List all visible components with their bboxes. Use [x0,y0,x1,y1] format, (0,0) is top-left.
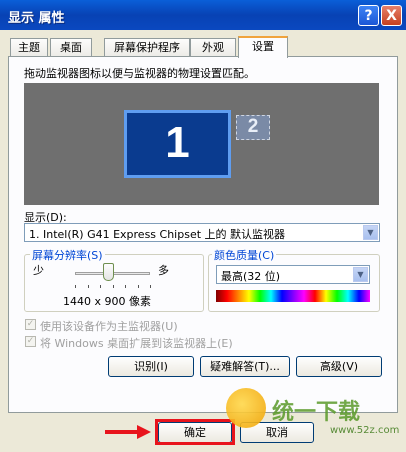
display-select-value: 1. Intel(R) G41 Express Chipset 上的 默认监视器 [29,228,286,241]
slider-tick [75,285,76,288]
advanced-button[interactable]: 高级(V) [296,356,382,377]
slider-tick [100,285,101,288]
slider-tick [87,285,89,288]
tab-screensaver[interactable]: 屏幕保护程序 [104,38,190,57]
watermark-text: 统一下载 [272,400,361,425]
tab-theme[interactable]: 主题 [10,38,48,57]
slider-tick [137,285,139,288]
slider-tick [112,285,114,288]
troubleshoot-button[interactable]: 疑难解答(T)... [200,356,290,377]
display-select[interactable]: 1. Intel(R) G41 Express Chipset 上的 默认监视器… [24,223,380,242]
resolution-min-label: 少 [33,264,44,277]
tab-desktop[interactable]: 桌面 [50,38,92,57]
tab-settings[interactable]: 设置 [238,36,288,58]
watermark-logo-icon [226,388,266,428]
resolution-max-label: 多 [158,264,169,277]
monitor-2-icon[interactable]: 2 [236,115,270,140]
primary-monitor-checkbox[interactable]: ✓ [25,319,36,330]
chevron-down-icon[interactable]: ▼ [353,267,368,282]
color-quality-group-title: 颜色质量(C) [212,247,277,263]
watermark-url: www.52z.com [330,425,400,436]
color-quality-value: 最高(32 位) [221,270,281,283]
resolution-slider-thumb[interactable] [103,263,115,281]
slider-tick [150,285,151,288]
extend-desktop-label: 将 Windows 桌面扩展到该监视器上(E) [40,337,233,350]
slider-tick [125,285,126,288]
close-button[interactable]: X [381,5,402,26]
ok-highlight-box [155,419,235,445]
resolution-group-title: 屏幕分辨率(S) [30,247,105,263]
primary-monitor-label: 使用该设备作为主监视器(U) [40,320,178,333]
red-arrow-icon [105,425,151,439]
resolution-value: 1440 x 900 像素 [63,295,151,308]
window-title: 显示 属性 [8,11,65,26]
tab-appearance[interactable]: 外观 [190,38,236,57]
instruction-text: 拖动监视器图标以便与监视器的物理设置匹配。 [24,67,255,80]
extend-desktop-checkbox[interactable]: ✓ [25,336,36,347]
color-spectrum-bar [216,290,370,302]
color-quality-select[interactable]: 最高(32 位) ▼ [216,265,370,284]
monitor-1-icon[interactable]: 1 [124,110,231,178]
identify-button[interactable]: 识别(I) [108,356,194,377]
help-button[interactable]: ? [358,5,379,26]
title-bar[interactable]: 显示 属性 ? X [0,0,406,30]
chevron-down-icon[interactable]: ▼ [363,225,378,240]
